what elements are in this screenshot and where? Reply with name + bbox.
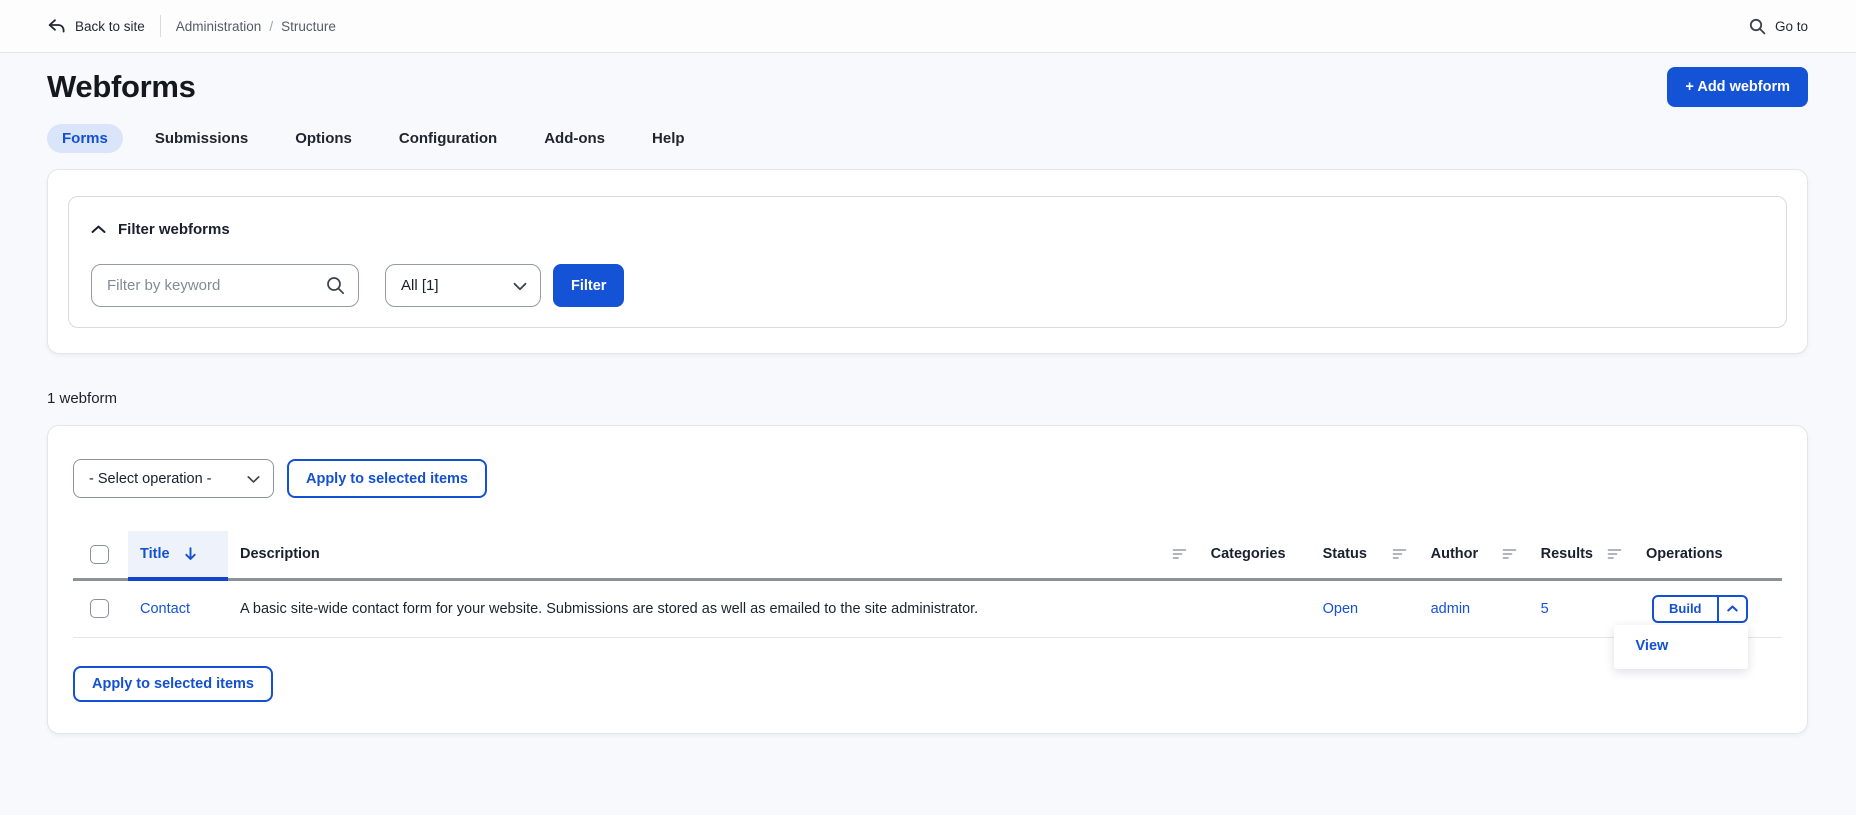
- row-title-cell: Contact: [128, 579, 228, 638]
- page-title: Webforms: [47, 69, 196, 104]
- tab-submissions[interactable]: Submissions: [140, 124, 263, 153]
- back-to-site-link[interactable]: Back to site: [47, 18, 145, 34]
- column-header-results[interactable]: Results: [1528, 531, 1634, 581]
- goto-button[interactable]: Go to: [1749, 18, 1808, 35]
- filter-details: Filter webforms All [1]: [68, 196, 1787, 328]
- table-row: Contact A basic site-wide contact form f…: [73, 579, 1782, 669]
- menu-item-view[interactable]: View: [1614, 635, 1748, 657]
- status-link[interactable]: Open: [1323, 601, 1358, 617]
- row-categories-cell: [1198, 579, 1311, 638]
- table-header-row: Title Description Categories Status Auth…: [73, 531, 1782, 581]
- column-header-title[interactable]: Title: [128, 531, 228, 581]
- webforms-table: Title Description Categories Status Auth…: [73, 531, 1782, 669]
- page-content: Webforms + Add webform Forms Submissions…: [0, 67, 1856, 734]
- keyword-filter-wrapper: [91, 264, 359, 307]
- category-select[interactable]: All [1]: [385, 264, 541, 307]
- sort-lines-icon: [1607, 548, 1622, 560]
- row-select-cell: [73, 579, 128, 638]
- result-count: 1 webform: [47, 390, 118, 407]
- row-checkbox[interactable]: [90, 599, 109, 618]
- operations-dropdown-menu: View: [1613, 624, 1748, 669]
- category-select-value: All [1]: [401, 277, 439, 294]
- results-count-link[interactable]: 5: [1541, 601, 1549, 617]
- row-author-cell: admin: [1418, 579, 1529, 638]
- operations-header-label: Operations: [1646, 546, 1723, 563]
- tab-help[interactable]: Help: [637, 124, 700, 153]
- description-header-label: Description: [240, 546, 320, 563]
- top-bar-left: Back to site Administration / Structure: [47, 15, 336, 37]
- filter-card: Filter webforms All [1]: [47, 169, 1808, 354]
- breadcrumb: Administration / Structure: [176, 19, 336, 34]
- bulk-operation-select[interactable]: - Select operation -: [73, 459, 274, 498]
- build-split-button: Build: [1652, 594, 1748, 623]
- tab-configuration[interactable]: Configuration: [384, 124, 512, 153]
- keyword-filter-input[interactable]: [91, 264, 359, 307]
- build-button[interactable]: Build: [1654, 597, 1717, 621]
- search-icon: [1749, 18, 1766, 35]
- webform-title-link[interactable]: Contact: [140, 601, 190, 617]
- sort-lines-icon: [1172, 548, 1187, 560]
- filter-legend: Filter webforms: [118, 221, 230, 238]
- sort-lines-icon: [1392, 548, 1407, 560]
- goto-label: Go to: [1774, 18, 1808, 34]
- column-header-description[interactable]: Description: [228, 531, 1199, 581]
- select-all-header-cell: [73, 531, 128, 581]
- filter-toggle[interactable]: Filter webforms: [91, 221, 1764, 238]
- top-bar: Back to site Administration / Structure …: [0, 0, 1856, 53]
- select-all-checkbox[interactable]: [90, 544, 109, 564]
- sort-descending-icon: [184, 547, 197, 561]
- primary-tabs: Forms Submissions Options Configuration …: [47, 124, 1808, 153]
- tab-options[interactable]: Options: [280, 124, 367, 153]
- tab-add-ons[interactable]: Add-ons: [529, 124, 620, 153]
- categories-header-label: Categories: [1210, 546, 1286, 563]
- tab-forms[interactable]: Forms: [47, 124, 123, 153]
- results-header-label: Results: [1540, 546, 1593, 563]
- chevron-up-icon: [91, 225, 106, 234]
- bulk-operations-row: - Select operation - Apply to selected i…: [73, 459, 1782, 498]
- author-header-label: Author: [1430, 546, 1479, 563]
- page-header: Webforms + Add webform: [47, 67, 1808, 107]
- chevron-up-icon: [1726, 605, 1738, 612]
- chevron-down-icon: [513, 282, 527, 291]
- row-description-cell: A basic site-wide contact form for your …: [228, 579, 1199, 638]
- filter-row: All [1] Filter: [91, 264, 1764, 307]
- column-header-categories[interactable]: Categories: [1198, 531, 1311, 581]
- apply-to-selected-button-top[interactable]: Apply to selected items: [287, 459, 487, 498]
- topbar-divider: [159, 15, 161, 37]
- back-to-site-label: Back to site: [75, 18, 145, 34]
- sort-lines-icon: [1502, 548, 1517, 560]
- row-status-cell: Open: [1310, 579, 1419, 638]
- row-operations-cell: Build View: [1613, 579, 1782, 669]
- bulk-operation-value: - Select operation -: [89, 470, 212, 487]
- webforms-table-card: - Select operation - Apply to selected i…: [47, 425, 1808, 734]
- title-header-label: Title: [140, 546, 170, 562]
- filter-submit-button[interactable]: Filter: [553, 264, 625, 307]
- breadcrumb-administration[interactable]: Administration: [176, 19, 262, 34]
- author-link[interactable]: admin: [1431, 601, 1471, 617]
- search-icon: [326, 276, 345, 295]
- breadcrumb-separator: /: [269, 18, 274, 34]
- status-header-label: Status: [1322, 546, 1367, 563]
- add-webform-button[interactable]: + Add webform: [1667, 67, 1808, 107]
- column-header-status[interactable]: Status: [1310, 531, 1419, 581]
- apply-to-selected-button-bottom[interactable]: Apply to selected items: [73, 665, 273, 702]
- chevron-down-icon: [247, 475, 260, 483]
- breadcrumb-structure[interactable]: Structure: [281, 19, 336, 34]
- column-header-operations: Operations: [1634, 531, 1782, 581]
- operations-menu-toggle[interactable]: [1719, 597, 1746, 621]
- column-header-author[interactable]: Author: [1418, 531, 1529, 581]
- operations-split-button-wrapper: Build View: [1613, 594, 1748, 669]
- back-arrow-icon: [47, 18, 66, 34]
